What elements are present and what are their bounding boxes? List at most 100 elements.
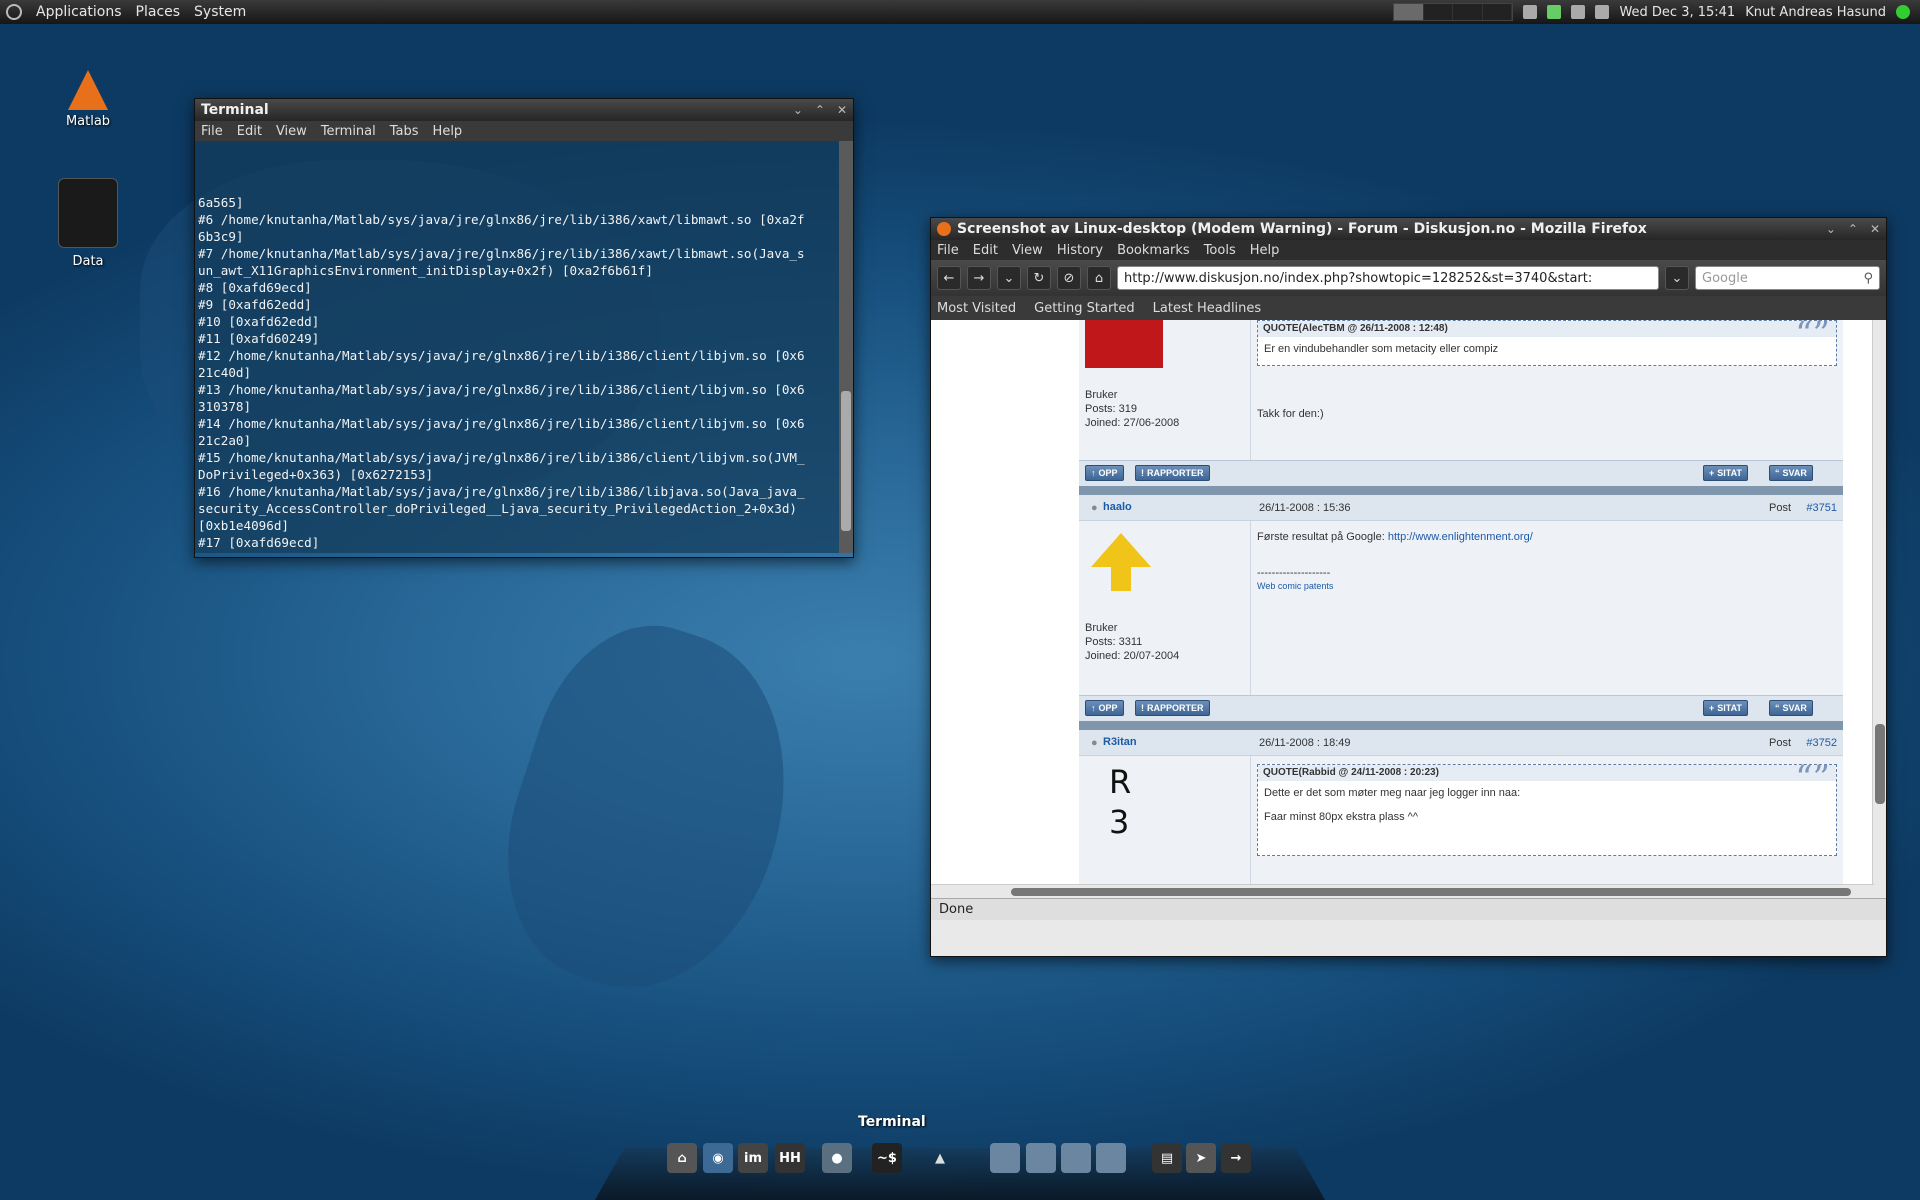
menu-tabs[interactable]: Tabs — [390, 124, 419, 139]
firefox-titlebar[interactable]: Screenshot av Linux-desktop (Modem Warni… — [931, 218, 1886, 240]
status-bar: Done — [931, 898, 1886, 920]
terminal-titlebar[interactable]: Terminal ⌄ ⌃ ✕ — [195, 99, 853, 121]
terminal-line: #13 /home/knutanha/Matlab/sys/java/jre/g… — [198, 382, 805, 397]
menu-history[interactable]: History — [1057, 243, 1103, 258]
user-name[interactable]: Knut Andreas Hasund — [1745, 5, 1886, 20]
terminal-line: security_AccessController_doPrivileged__… — [198, 501, 797, 516]
workspace-2[interactable] — [1026, 1143, 1056, 1173]
quote-button[interactable]: + SITAT — [1703, 465, 1748, 481]
terminal-output[interactable]: 6a565] #6 /home/knutanha/Matlab/sys/java/… — [195, 141, 853, 553]
reply-button[interactable]: “SVAR — [1769, 465, 1813, 481]
minimize-icon[interactable]: ⌄ — [793, 103, 803, 117]
bookmark-latest-headlines[interactable]: Latest Headlines — [1153, 301, 1262, 316]
terminal-icon[interactable]: ~$ — [872, 1143, 902, 1173]
terminal-line: #8 [0xafd69ecd] — [198, 280, 312, 295]
terminal-line: 310378] — [198, 399, 252, 414]
workspace-3[interactable] — [1061, 1143, 1091, 1173]
maximize-icon[interactable]: ⌃ — [815, 103, 825, 117]
workspace-4[interactable] — [1096, 1143, 1126, 1173]
close-icon[interactable]: ✕ — [837, 103, 847, 117]
report-button[interactable]: ! RAPPORTER — [1135, 465, 1210, 481]
firefox-window[interactable]: Screenshot av Linux-desktop (Modem Warni… — [930, 217, 1887, 957]
forward-button[interactable]: → — [967, 266, 991, 290]
menu-view[interactable]: View — [276, 124, 307, 139]
post-author-panel: Bruker Posts: 3311 Joined: 20/07-2004 — [1079, 521, 1251, 695]
desktop-icon-label: Data — [72, 254, 104, 269]
signature-link[interactable]: Web comic patents — [1257, 581, 1333, 591]
status-online-icon[interactable] — [1896, 5, 1910, 19]
im-icon[interactable]: im — [738, 1143, 768, 1173]
horizontal-scrollbar[interactable] — [931, 884, 1874, 898]
run-icon[interactable]: ➤ — [1186, 1143, 1216, 1173]
back-button[interactable]: ← — [937, 266, 961, 290]
home-icon[interactable]: ⌂ — [667, 1143, 697, 1173]
search-icon[interactable]: ⚲ — [1863, 271, 1873, 286]
terminal-line: 6b3c9] — [198, 229, 244, 244]
post-author[interactable]: haalo — [1103, 501, 1132, 513]
clock[interactable]: Wed Dec 3, 15:41 — [1619, 5, 1735, 20]
bookmark-getting-started[interactable]: Getting Started — [1034, 301, 1135, 316]
network-icon[interactable] — [1547, 5, 1562, 19]
menu-view[interactable]: View — [1012, 243, 1043, 258]
menu-file[interactable]: File — [937, 243, 959, 258]
browser-icon[interactable]: ◉ — [703, 1143, 733, 1173]
desktop-icon-label: Matlab — [65, 114, 111, 129]
workspace-1[interactable] — [990, 1143, 1020, 1173]
close-icon[interactable]: ✕ — [1870, 222, 1880, 236]
up-button[interactable]: ↑ OPP — [1085, 700, 1124, 716]
terminal-scrollbar[interactable] — [839, 141, 853, 553]
logout-icon[interactable]: → — [1221, 1143, 1251, 1173]
applications-menu[interactable]: Applications — [36, 4, 122, 20]
search-input[interactable]: Google ⚲ — [1695, 266, 1880, 290]
quote-button[interactable]: + SITAT — [1703, 700, 1748, 716]
post-author[interactable]: R3itan — [1103, 736, 1137, 748]
up-button[interactable]: ↑ OPP — [1085, 465, 1124, 481]
window-title: Screenshot av Linux-desktop (Modem Warni… — [957, 221, 1647, 237]
member-rank: Bruker — [1085, 622, 1118, 634]
menu-help[interactable]: Help — [1250, 243, 1280, 258]
menu-bookmarks[interactable]: Bookmarks — [1117, 243, 1190, 258]
url-bar[interactable]: http://www.diskusjon.no/index.php?showto… — [1117, 266, 1659, 290]
post-number[interactable]: #3752 — [1806, 737, 1837, 749]
report-button[interactable]: ! RAPPORTER — [1135, 700, 1210, 716]
minimize-icon[interactable]: ⌄ — [1826, 222, 1836, 236]
home-button[interactable]: ⌂ — [1087, 266, 1111, 290]
trash-icon[interactable]: ▤ — [1152, 1143, 1182, 1173]
places-menu[interactable]: Places — [136, 4, 181, 20]
system-menu[interactable]: System — [194, 4, 246, 20]
signal-icon[interactable] — [1571, 5, 1586, 19]
post-link[interactable]: http://www.enlightenment.org/ — [1388, 531, 1533, 543]
url-dropdown-button[interactable]: ⌄ — [1665, 266, 1689, 290]
vertical-scrollbar[interactable] — [1872, 320, 1886, 898]
post-date: 26/11-2008 : 18:49 — [1259, 737, 1351, 749]
terminal-window[interactable]: Terminal ⌄ ⌃ ✕ File Edit View Terminal Tab… — [194, 98, 854, 558]
post-date: 26/11-2008 : 15:36 — [1259, 502, 1351, 514]
menu-edit[interactable]: Edit — [237, 124, 262, 139]
bookmark-most-visited[interactable]: Most Visited — [937, 301, 1016, 316]
menu-file[interactable]: File — [201, 124, 223, 139]
alert-icon: ! — [1141, 703, 1144, 713]
hh-icon[interactable]: HH — [775, 1143, 805, 1173]
desktop-icon-data[interactable]: Data — [43, 178, 133, 269]
volume-icon[interactable] — [1595, 5, 1610, 19]
battery-icon[interactable] — [1523, 5, 1538, 19]
reply-button[interactable]: “SVAR — [1769, 700, 1813, 716]
workspace-switcher[interactable] — [1393, 3, 1514, 21]
user-icon[interactable]: ● — [822, 1143, 852, 1173]
report-label: RAPPORTER — [1147, 468, 1204, 478]
menu-terminal[interactable]: Terminal — [321, 124, 376, 139]
maximize-icon[interactable]: ⌃ — [1848, 222, 1858, 236]
menu-help[interactable]: Help — [433, 124, 463, 139]
menu-tools[interactable]: Tools — [1204, 243, 1236, 258]
post-separator — [1079, 721, 1843, 730]
reload-button[interactable]: ↻ — [1027, 266, 1051, 290]
drive-icon — [58, 178, 118, 248]
post-number[interactable]: #3751 — [1806, 502, 1837, 514]
stop-button[interactable]: ⊘ — [1057, 266, 1081, 290]
menu-edit[interactable]: Edit — [973, 243, 998, 258]
desktop-icon-matlab[interactable]: Matlab — [43, 70, 133, 129]
terminal-line: 21c40d] — [198, 365, 252, 380]
vlc-icon[interactable]: ▲ — [925, 1143, 955, 1173]
page-content[interactable]: Bruker Posts: 319 Joined: 27/06-2008 QUO… — [931, 320, 1886, 898]
history-dropdown-button[interactable]: ⌄ — [997, 266, 1021, 290]
